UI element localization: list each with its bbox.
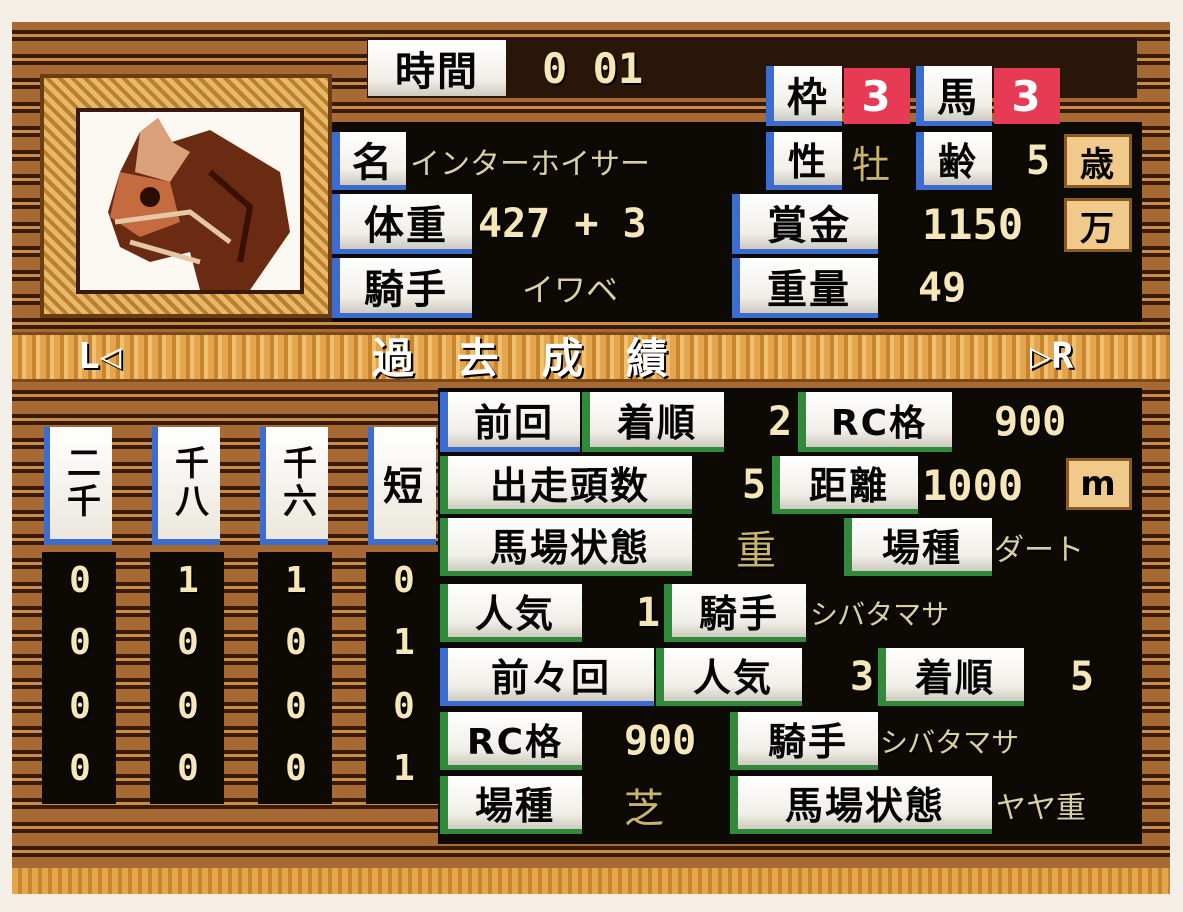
- table-cell: 0: [69, 559, 91, 601]
- last-distance: 1000: [922, 460, 1024, 510]
- weight-label: 体重: [332, 194, 472, 254]
- table-cell: 0: [69, 621, 91, 663]
- table-cell: 0: [177, 747, 199, 789]
- prev-rc-label: RC格: [440, 712, 582, 770]
- prev-jockey-label: 騎手: [730, 712, 878, 770]
- frame-label: 枠: [766, 66, 842, 126]
- prev-surface: 芝: [624, 786, 664, 832]
- game-screen: 時間 0 01 枠 3 馬 3 名 インターホイサー 性 牡 齢 5 歳 体重 …: [12, 22, 1170, 894]
- distance-label: 距離: [772, 456, 918, 514]
- next-page-button[interactable]: ▷R: [1030, 334, 1073, 378]
- prev-surface-label: 場種: [440, 776, 582, 834]
- prev-finish: 5: [1070, 654, 1095, 700]
- prev-popularity: 3: [850, 654, 875, 700]
- bottom-strip: [12, 868, 1170, 894]
- table-cell: 0: [285, 747, 307, 789]
- burden-label: 重量: [732, 258, 878, 318]
- table-cell: 0: [69, 747, 91, 789]
- column-header-1800: 千八: [152, 427, 220, 545]
- last-jockey-label: 騎手: [664, 584, 806, 642]
- prev-page-button[interactable]: L◁: [78, 334, 121, 378]
- horse-name: インターホイサー: [410, 147, 650, 182]
- time-value: 0 01: [542, 43, 644, 93]
- horse-portrait: [76, 108, 304, 294]
- column-header-1600: 千六: [260, 427, 328, 545]
- surface-label: 場種: [844, 518, 992, 576]
- last-finish: 2: [768, 399, 793, 445]
- horse-number: 3: [994, 68, 1060, 124]
- prev-popularity-label: 人気: [656, 648, 802, 706]
- table-cell: 1: [177, 559, 199, 601]
- table-cell: 0: [177, 685, 199, 727]
- last-rc: 900: [994, 399, 1067, 445]
- horse-jockey: イワベ: [522, 271, 619, 309]
- race-before-label: 前々回: [440, 648, 654, 706]
- horse-head-icon: [108, 118, 290, 290]
- popularity-label: 人気: [440, 584, 582, 642]
- finish-label: 着順: [582, 392, 724, 452]
- prize-label: 賞金: [732, 194, 878, 254]
- distance-unit: m: [1066, 458, 1132, 510]
- time-label: 時間: [368, 40, 506, 96]
- column-header-2000: 二千: [44, 427, 112, 545]
- horse-weight: 427 + 3: [478, 201, 647, 247]
- portrait-frame: [40, 74, 332, 318]
- table-cell: 0: [69, 685, 91, 727]
- column-header-sprint: 短: [368, 427, 436, 545]
- horse-age: 5: [1026, 138, 1051, 184]
- last-surface: ダート: [994, 533, 1084, 568]
- frame-number: 3: [844, 68, 910, 124]
- last-runners: 5: [742, 462, 767, 508]
- last-going: 重: [736, 528, 776, 574]
- table-cell: 1: [393, 621, 415, 663]
- horse-sex: 牡: [852, 142, 891, 187]
- last-jockey: シバタマサ: [810, 598, 950, 631]
- prev-finish-label: 着順: [878, 648, 1024, 706]
- table-cell: 0: [285, 685, 307, 727]
- sex-label: 性: [766, 132, 842, 190]
- horse-burden: 49: [918, 265, 967, 311]
- rc-label: RC格: [798, 392, 952, 452]
- table-cell: 1: [285, 559, 307, 601]
- age-label: 齢: [916, 132, 992, 190]
- last-race-label: 前回: [440, 392, 580, 452]
- table-cell: 0: [393, 559, 415, 601]
- prev-going: ヤヤ重: [996, 791, 1086, 826]
- prev-rc: 900: [624, 718, 697, 764]
- prev-jockey: シバタマサ: [880, 726, 1020, 759]
- table-cell: 0: [177, 621, 199, 663]
- name-label: 名: [332, 132, 406, 190]
- going-label: 馬場状態: [440, 518, 692, 576]
- prev-going-label: 馬場状態: [730, 776, 992, 834]
- horse-prize: 1150: [922, 199, 1024, 249]
- past-results-title: 過 去 成 績: [372, 333, 682, 383]
- runners-label: 出走頭数: [440, 456, 692, 514]
- table-cell: 1: [393, 747, 415, 789]
- horse-number-label: 馬: [916, 66, 992, 126]
- table-cell: 0: [285, 621, 307, 663]
- table-cell: 0: [393, 685, 415, 727]
- jockey-label: 騎手: [332, 258, 472, 318]
- age-unit: 歳: [1064, 134, 1132, 188]
- prize-unit: 万: [1064, 198, 1132, 252]
- last-popularity: 1: [636, 590, 661, 636]
